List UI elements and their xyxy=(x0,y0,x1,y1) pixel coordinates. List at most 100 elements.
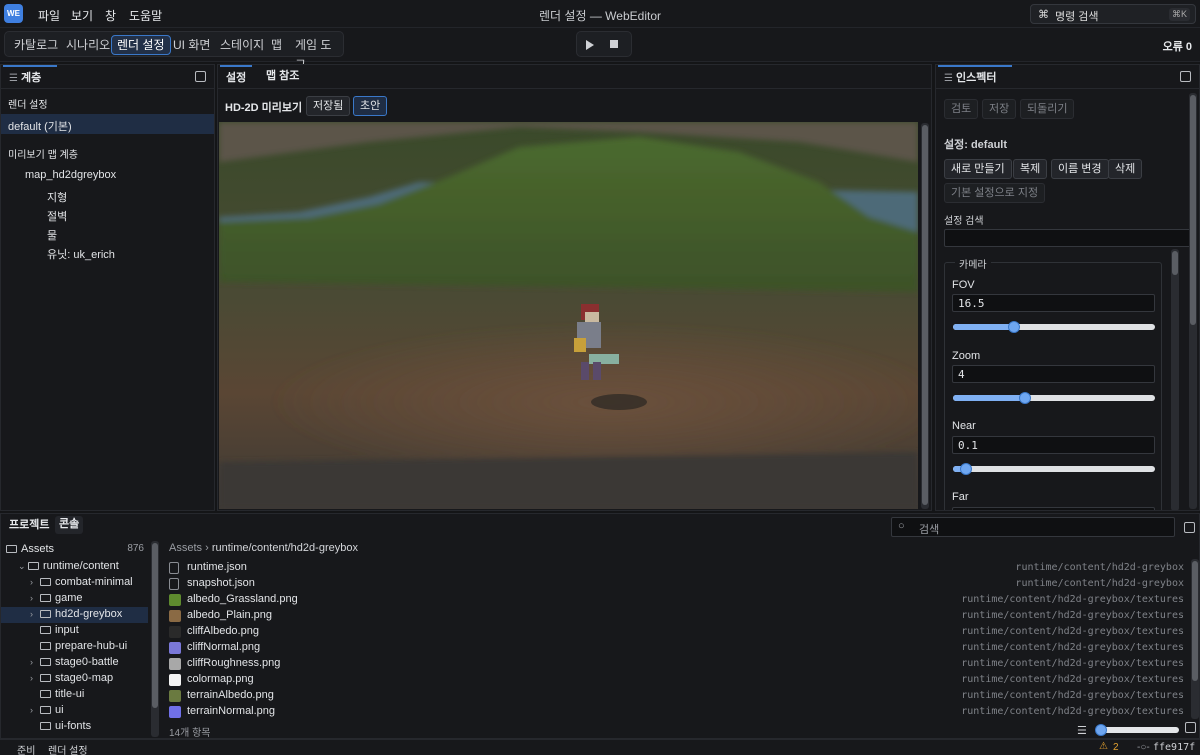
viewport-scrollbar[interactable] xyxy=(921,123,929,509)
file-row[interactable]: snapshot.json runtime/content/hd2d-greybo… xyxy=(169,576,1184,592)
collapse-panel-icon[interactable] xyxy=(195,71,206,82)
window-title: 렌더 설정 — WebEditor xyxy=(539,9,661,23)
thumbnail-size-slider[interactable] xyxy=(1095,724,1179,736)
warning-count[interactable]: 2 xyxy=(1113,742,1119,753)
folder-chevron-icon[interactable]: › xyxy=(30,673,40,683)
setting-search-input[interactable] xyxy=(944,229,1194,247)
folder-scrollbar[interactable] xyxy=(151,541,159,737)
file-row[interactable]: terrainNormal.png runtime/content/hd2d-gr… xyxy=(169,704,1184,720)
zoom-slider-thumb[interactable] xyxy=(1019,392,1031,404)
file-name: runtime.json xyxy=(187,561,247,573)
folder-chevron-icon[interactable]: › xyxy=(30,609,40,619)
folder-row[interactable]: input xyxy=(1,623,148,639)
breadcrumb-current[interactable]: runtime/content/hd2d-greybox xyxy=(212,542,358,554)
tab-map[interactable]: 맵 xyxy=(266,35,287,55)
breadcrumb-root[interactable]: Assets xyxy=(169,542,202,554)
inspector-scroll-thumb[interactable] xyxy=(1190,95,1196,325)
file-row[interactable]: runtime.json runtime/content/hd2d-greybox xyxy=(169,560,1184,576)
file-row[interactable]: albedo_Grassland.png runtime/content/hd2d… xyxy=(169,592,1184,608)
collapse-inspector-icon[interactable] xyxy=(1180,71,1191,82)
toggle-view-icon[interactable] xyxy=(1184,522,1195,533)
fov-input[interactable]: 16.5 xyxy=(952,294,1155,312)
selected-setting-row[interactable]: default (기본) xyxy=(1,114,214,134)
stop-icon[interactable] xyxy=(610,40,618,48)
folder-chevron-icon[interactable]: ⌄ xyxy=(18,561,28,572)
review-button[interactable]: 검토 xyxy=(944,99,979,119)
fov-slider[interactable] xyxy=(953,321,1155,333)
commit-hash[interactable]: ffe917f xyxy=(1153,742,1195,753)
folder-chevron-icon[interactable]: › xyxy=(30,577,40,587)
delete-button[interactable]: 삭제 xyxy=(1108,159,1143,179)
file-row[interactable]: colormap.png runtime/content/hd2d-greybox… xyxy=(169,672,1184,688)
inspector-tab[interactable]: ☰ 인스펙터 xyxy=(938,65,1012,89)
node-water[interactable]: 물 xyxy=(47,227,57,243)
tab-render-settings[interactable]: 렌더 설정 xyxy=(111,35,171,55)
list-view-icon[interactable]: ☰ xyxy=(1077,724,1087,737)
inspector-header: ☰ 인스펙터 xyxy=(936,65,1199,89)
file-row[interactable]: cliffNormal.png runtime/content/hd2d-grey… xyxy=(169,640,1184,656)
grid-view-icon[interactable] xyxy=(1185,722,1196,733)
saved-button[interactable]: 저장됨 xyxy=(306,96,351,116)
tab-stage[interactable]: 스테이지 xyxy=(215,35,269,55)
file-row[interactable]: terrainAlbedo.png runtime/content/hd2d-gr… xyxy=(169,688,1184,704)
tab-project[interactable]: 프로젝트 xyxy=(3,514,55,538)
file-row[interactable]: cliffRoughness.png runtime/content/hd2d-g… xyxy=(169,656,1184,672)
folder-row[interactable]: › combat-minimal xyxy=(1,575,148,591)
save-button[interactable]: 저장 xyxy=(982,99,1017,119)
draft-button[interactable]: 초안 xyxy=(353,96,388,116)
zoom-slider[interactable] xyxy=(953,392,1155,404)
set-default-button[interactable]: 기본 설정으로 지정 xyxy=(944,183,1046,203)
new-button[interactable]: 새로 만들기 xyxy=(944,159,1012,179)
far-input[interactable]: 100 xyxy=(952,507,1155,510)
folder-row[interactable]: › game xyxy=(1,591,148,607)
folder-chevron-icon[interactable]: › xyxy=(30,705,40,715)
hierarchy-tab[interactable]: ☰ 계층 xyxy=(3,65,57,89)
folder-row[interactable]: › stage0-map xyxy=(1,671,148,687)
node-unit[interactable]: 유닛: uk_erich xyxy=(47,246,115,262)
tab-scenario[interactable]: 시나리오 xyxy=(61,35,115,55)
tab-catalog[interactable]: 카탈로그 xyxy=(9,35,63,55)
near-input[interactable]: 0.1 xyxy=(952,436,1155,454)
tab-map-reference[interactable]: 맵 참조 xyxy=(260,65,305,89)
fov-slider-thumb[interactable] xyxy=(1008,321,1020,333)
node-cliff[interactable]: 절벽 xyxy=(47,208,67,224)
inspector-group-scroll-thumb[interactable] xyxy=(1172,251,1178,275)
file-row[interactable]: albedo_Plain.png runtime/content/hd2d-gre… xyxy=(169,608,1184,624)
near-slider-thumb[interactable] xyxy=(960,463,972,475)
tab-game-tools[interactable]: 게임 도구 xyxy=(290,35,343,72)
near-slider[interactable] xyxy=(953,463,1155,475)
revert-button[interactable]: 되돌리기 xyxy=(1020,99,1075,119)
file-row[interactable]: cliffAlbedo.png runtime/content/hd2d-grey… xyxy=(169,624,1184,640)
map-node[interactable]: map_hd2dgreybox xyxy=(25,169,116,181)
folder-row[interactable]: › stage0-battle xyxy=(1,655,148,671)
folder-row[interactable]: › hd2d-greybox xyxy=(1,607,148,623)
viewport-scroll-thumb[interactable] xyxy=(922,125,928,505)
thumbnail-size-thumb[interactable] xyxy=(1095,724,1107,736)
folder-row[interactable]: title-ui xyxy=(1,687,148,703)
command-search-button[interactable]: ⌘ 명령 검색 ⌘K xyxy=(1030,4,1196,24)
inspector-group-scrollbar[interactable] xyxy=(1171,249,1179,510)
duplicate-button[interactable]: 복제 xyxy=(1013,159,1048,179)
folder-row[interactable]: ui-fonts xyxy=(1,719,148,735)
tab-settings[interactable]: 설정 xyxy=(220,65,253,89)
error-count[interactable]: 오류 0 xyxy=(1163,38,1192,54)
rename-button[interactable]: 이름 변경 xyxy=(1051,159,1109,179)
folder-chevron-icon[interactable]: › xyxy=(30,657,40,667)
inspector-scrollbar[interactable] xyxy=(1189,93,1197,509)
folder-row[interactable]: prepare-hub-ui xyxy=(1,639,148,655)
play-icon[interactable] xyxy=(586,40,594,50)
file-scroll-thumb[interactable] xyxy=(1192,561,1198,681)
folder-chevron-icon[interactable]: › xyxy=(30,593,40,603)
hd2d-preview-viewport[interactable] xyxy=(219,122,918,509)
folder-row[interactable]: ⌄ runtime/content xyxy=(1,559,148,575)
tab-console[interactable]: 콘솔 xyxy=(55,516,84,534)
tab-ui-screen[interactable]: UI 화면 xyxy=(168,35,215,55)
assets-root[interactable]: Assets 876 xyxy=(6,543,144,559)
folder-scroll-thumb[interactable] xyxy=(152,543,158,708)
folder-row[interactable]: › ui xyxy=(1,703,148,719)
asset-search-input[interactable]: ○ 검색 xyxy=(891,517,1175,537)
file-scrollbar[interactable] xyxy=(1191,559,1199,719)
node-terrain[interactable]: 지형 xyxy=(47,189,67,205)
warning-icon[interactable]: ⚠ xyxy=(1099,741,1108,752)
zoom-input[interactable]: 4 xyxy=(952,365,1155,383)
